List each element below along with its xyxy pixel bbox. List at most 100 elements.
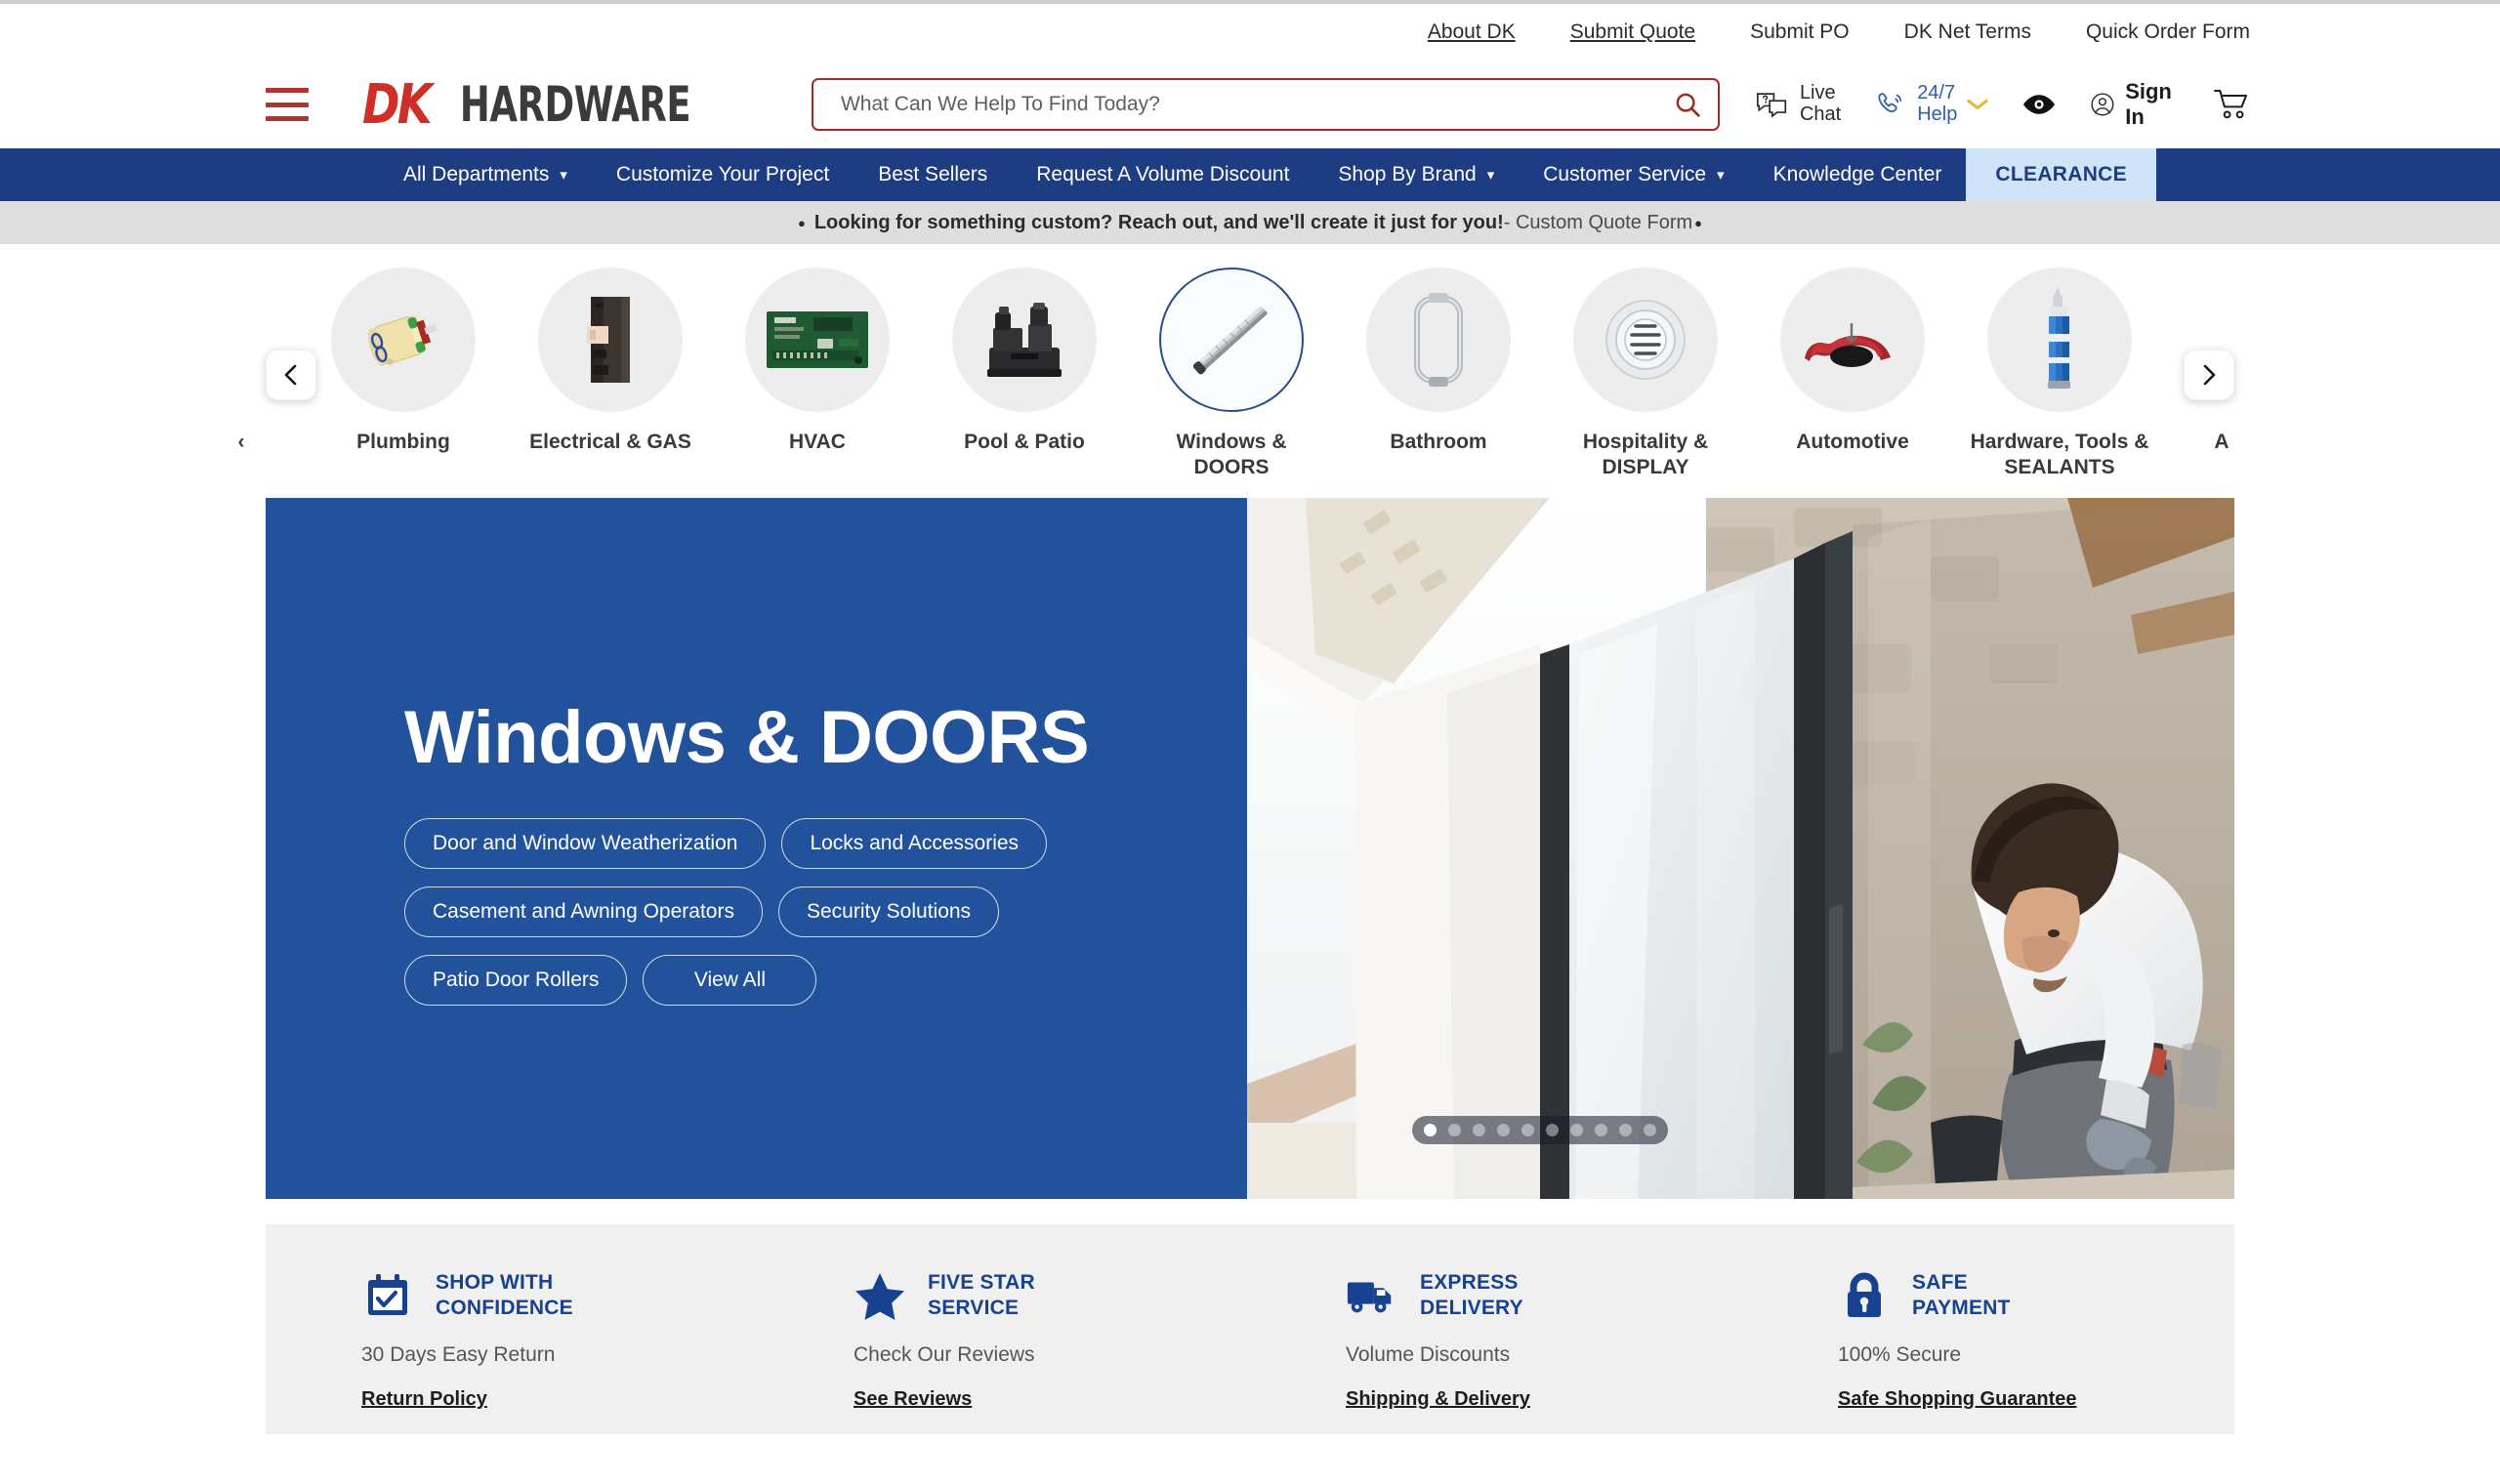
- category-label: Bathroom: [1390, 431, 1487, 453]
- menu-hamburger-icon[interactable]: [266, 88, 309, 121]
- hero-pill-door-and-window-weatherization[interactable]: Door and Window Weatherization: [404, 818, 767, 869]
- promo-banner[interactable]: ● Looking for something custom? Reach ou…: [0, 201, 2500, 244]
- trust-badge-title: SAFE PAYMENT: [1912, 1270, 2011, 1322]
- hero-pill-patio-door-rollers[interactable]: Patio Door Rollers: [404, 955, 628, 1006]
- hero-carousel-dot-5[interactable]: [1521, 1124, 1534, 1136]
- category-item-pool-and-patio[interactable]: Pool & Patio: [921, 268, 1128, 455]
- nav-item-knowledge-center[interactable]: Knowledge Center: [1749, 148, 1967, 201]
- lock-icon: [1838, 1269, 1891, 1322]
- category-label: Hospitality & DISPLAY: [1582, 431, 1709, 478]
- chat-question-icon: [1756, 93, 1787, 118]
- live-chat-label: Live Chat: [1800, 83, 1841, 125]
- hero-photo-worker-installing-sliding-door: [1247, 498, 2234, 1199]
- trust-badge-subtitle: Check Our Reviews: [854, 1343, 1035, 1366]
- category-item-hospitality-and-display[interactable]: Hospitality & DISPLAY: [1542, 268, 1749, 479]
- nav-item-all-departments[interactable]: All Departments ▾: [379, 148, 592, 201]
- category-carousel-next-button[interactable]: [2184, 350, 2234, 400]
- utility-link-submit-po[interactable]: Submit PO: [1750, 21, 1850, 44]
- nav-item-shop-by-brand[interactable]: Shop By Brand ▾: [1313, 148, 1519, 201]
- cart-button[interactable]: [2213, 88, 2250, 121]
- nav-item-clearance[interactable]: CLEARANCE: [1966, 148, 2156, 201]
- hero-carousel-dot-7[interactable]: [1570, 1124, 1583, 1136]
- hero-pill-security-solutions[interactable]: Security Solutions: [777, 886, 1000, 937]
- star-icon: [854, 1269, 906, 1322]
- hero-pill-casement-and-awning-operators[interactable]: Casement and Awning Operators: [404, 886, 763, 937]
- help-24-7-button[interactable]: 24/7 Help: [1874, 83, 1988, 125]
- category-item-plumbing[interactable]: Plumbing: [300, 268, 507, 455]
- hero-carousel-dot-9[interactable]: [1619, 1124, 1632, 1136]
- chevron-down-icon[interactable]: [1967, 98, 1988, 111]
- live-chat-line2: Chat: [1799, 103, 1842, 125]
- category-thumb-circuit-breaker: [538, 268, 683, 412]
- live-chat-button[interactable]: Live Chat: [1755, 83, 1841, 125]
- hero-carousel-dot-3[interactable]: [1473, 1124, 1485, 1136]
- hero-pill-locks-and-accessories[interactable]: Locks and Accessories: [781, 818, 1048, 869]
- site-logo[interactable]: DK HARDWARE: [359, 73, 716, 137]
- category-item-hvac[interactable]: HVAC: [714, 268, 921, 455]
- promo-bold-text: Looking for something custom? Reach out,…: [813, 211, 1504, 233]
- hero-image: [1247, 498, 2234, 1199]
- trust-badge-safe-payment: SAFE PAYMENT 100% Secure Safe Shopping G…: [1742, 1269, 2234, 1434]
- header-actions: Live Chat 24/7 Help Sign In: [1755, 79, 2250, 130]
- category-item-hardware-tools-and-sealants[interactable]: Hardware, Tools & SEALANTS: [1956, 268, 2163, 479]
- promo-light-text[interactable]: - Custom Quote Form: [1504, 212, 1692, 234]
- nav-label: Customer Service: [1543, 163, 1707, 186]
- shopping-cart-icon: [2214, 90, 2247, 119]
- hero-pill-view-all[interactable]: View All: [643, 955, 817, 1006]
- trust-badge-link-safe-shopping-guarantee[interactable]: Safe Shopping Guarantee: [1838, 1388, 2076, 1411]
- chevron-down-icon: ▾: [560, 167, 567, 184]
- trust-title-line2: PAYMENT: [1912, 1297, 2011, 1319]
- door-rod-image: [1192, 306, 1268, 375]
- trust-badge-title: EXPRESS DELIVERY: [1420, 1270, 1523, 1322]
- main-navigation: All Departments ▾ Customize Your Project…: [0, 148, 2500, 201]
- phone-ring-icon: [1878, 93, 1902, 112]
- utility-link-about-dk[interactable]: About DK: [1428, 21, 1516, 44]
- nav-label: Request A Volume Discount: [1036, 163, 1290, 186]
- hero-content-panel: Windows & DOORS Door and Window Weatheri…: [266, 498, 1247, 1199]
- category-carousel-prev-button[interactable]: [266, 350, 316, 400]
- nav-label: Best Sellers: [878, 163, 988, 186]
- hero-title: Windows & DOORS: [404, 696, 1090, 779]
- circuit-breaker-image: [587, 297, 630, 383]
- hero-carousel-dot-2[interactable]: [1448, 1124, 1461, 1136]
- category-item-windows-and-doors[interactable]: Windows & DOORS: [1128, 268, 1335, 479]
- utility-link-submit-quote[interactable]: Submit Quote: [1570, 21, 1695, 44]
- hero-links: Door and Window Weatherization Locks and…: [404, 818, 1186, 1006]
- trust-badge-link-return-policy[interactable]: Return Policy: [361, 1388, 487, 1411]
- live-chat-line1: Live: [1799, 82, 1836, 104]
- hero-carousel-dot-10[interactable]: [1644, 1124, 1656, 1136]
- round-vent-image: [1605, 300, 1686, 380]
- search-submit-button[interactable]: [1671, 88, 1704, 121]
- category-label: Electrical & GAS: [529, 431, 691, 453]
- utility-link-quick-order-form[interactable]: Quick Order Form: [2086, 21, 2250, 44]
- help-line2: Help: [1917, 103, 1958, 125]
- chevron-left-icon: [284, 364, 297, 386]
- search-icon: [1676, 93, 1700, 117]
- trust-badge-link-shipping-and-delivery[interactable]: Shipping & Delivery: [1346, 1388, 1530, 1411]
- nav-item-request-a-volume-discount[interactable]: Request A Volume Discount: [1012, 148, 1313, 201]
- trust-badge-express-delivery: EXPRESS DELIVERY Volume Discounts Shippi…: [1250, 1269, 1742, 1434]
- hero-carousel-dot-1[interactable]: [1424, 1124, 1437, 1136]
- chevron-down-icon: ▾: [1486, 167, 1495, 184]
- hero-carousel-dot-8[interactable]: [1595, 1124, 1607, 1136]
- utility-link-dk-net-terms[interactable]: DK Net Terms: [1904, 21, 2031, 44]
- user-circle-icon: [2091, 93, 2114, 116]
- accessibility-button[interactable]: [2021, 92, 2057, 117]
- category-thumb-pump-manifold: [952, 268, 1097, 412]
- pump-manifold-image: [987, 303, 1062, 377]
- category-item-electrical-and-gas[interactable]: Electrical & GAS: [507, 268, 714, 455]
- category-item-bathroom[interactable]: Bathroom: [1335, 268, 1542, 455]
- nav-item-customize-your-project[interactable]: Customize Your Project: [592, 148, 854, 201]
- category-item-automotive[interactable]: Automotive: [1749, 268, 1956, 455]
- sign-in-button[interactable]: Sign In: [2090, 79, 2180, 130]
- nav-item-customer-service[interactable]: Customer Service ▾: [1519, 148, 1748, 201]
- trust-badge-link-see-reviews[interactable]: See Reviews: [854, 1388, 972, 1411]
- category-thumb-faucet-cartridge: [331, 268, 476, 412]
- help-label: 24/7 Help: [1917, 83, 1957, 125]
- site-header: DK HARDWARE Live: [0, 61, 2500, 148]
- hero-carousel-dot-4[interactable]: [1497, 1124, 1510, 1136]
- hero-carousel-dot-6[interactable]: [1546, 1124, 1559, 1136]
- category-label: A: [2214, 431, 2229, 453]
- nav-item-best-sellers[interactable]: Best Sellers: [854, 148, 1012, 201]
- search-input[interactable]: [811, 78, 1720, 131]
